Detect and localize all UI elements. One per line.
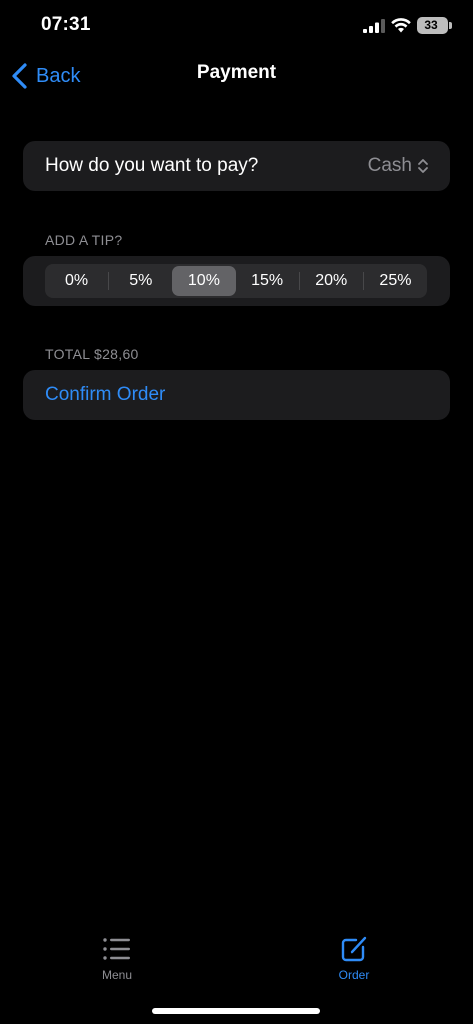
payment-method-picker[interactable]: How do you want to pay? Cash [23,141,450,191]
tip-option-0[interactable]: 0% [45,264,108,298]
total-label: TOTAL $28,60 [45,346,139,362]
home-indicator[interactable] [152,1008,320,1014]
status-time: 07:31 [41,14,91,35]
tip-section-label: ADD A TIP? [45,232,123,248]
tip-segmented-control: 0% 5% 10% 15% 20% 25% [45,264,427,298]
battery-icon: 33 [417,17,448,34]
compose-icon [341,936,367,962]
battery-level: 33 [424,18,438,32]
chevron-up-down-icon [418,159,428,173]
payment-method-value: Cash [367,155,412,176]
tip-option-20[interactable]: 20% [300,264,363,298]
page-title: Payment [196,62,277,83]
confirm-order-label: Confirm Order [45,384,166,405]
list-icon [103,938,130,960]
payment-question: How do you want to pay? [45,155,259,176]
status-bar: 07:31 33 [0,0,473,50]
tab-menu-label: Menu [101,968,133,982]
payment-screen: 07:31 33 Back Payment How do you want to… [0,0,473,1024]
tab-order-label: Order [338,968,370,982]
cellular-signal-icon [363,19,385,33]
tab-bar: Menu Order [0,925,473,995]
tip-option-25[interactable]: 25% [364,264,427,298]
tab-order[interactable]: Order [294,925,414,991]
confirm-order-button[interactable]: Confirm Order [23,370,450,420]
tab-menu[interactable]: Menu [57,925,177,991]
tip-option-15[interactable]: 15% [236,264,299,298]
tip-option-10-selected[interactable]: 10% [172,266,236,296]
tip-option-5[interactable]: 5% [109,264,172,298]
wifi-icon [391,18,411,33]
battery-tip [449,22,452,29]
tip-card: 0% 5% 10% 15% 20% 25% [23,256,450,306]
